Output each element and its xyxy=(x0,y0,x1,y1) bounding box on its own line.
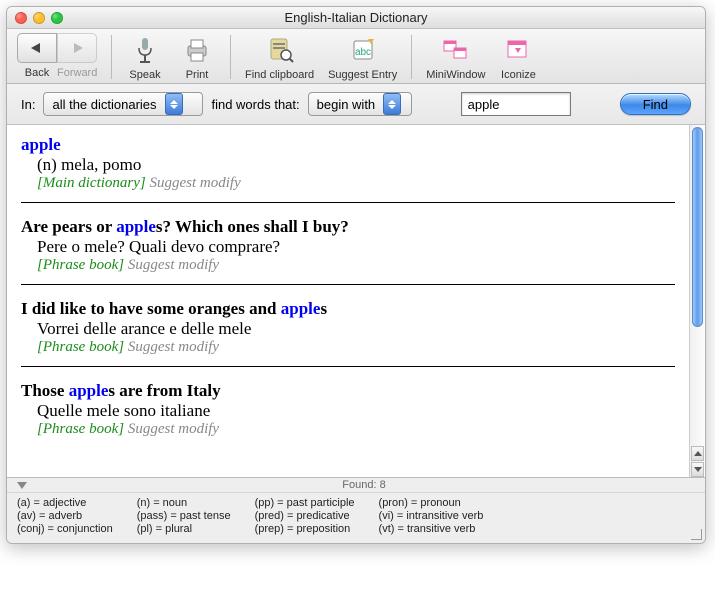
legend-item: (vi) = intransitive verb xyxy=(379,510,484,522)
legend-item: (pass) = past tense xyxy=(137,510,231,522)
app-window: English-Italian Dictionary Back Forward xyxy=(6,6,706,544)
in-label: In: xyxy=(21,97,35,112)
iconize-icon xyxy=(499,33,537,67)
result-entry: apple(n) mela, pomo[Main dictionary] Sug… xyxy=(21,135,675,192)
entry-headword: apple xyxy=(21,135,675,155)
find-button[interactable]: Find xyxy=(620,93,691,115)
legend-item: (pl) = plural xyxy=(137,523,231,535)
legend-column: (pp) = past participle(pred) = predicati… xyxy=(255,497,355,535)
legend: (a) = adjective(av) = adverb(conj) = con… xyxy=(7,493,705,543)
back-button[interactable] xyxy=(17,33,57,63)
suggest-modify-link[interactable]: Suggest modify xyxy=(150,175,241,191)
speak-item[interactable]: Speak xyxy=(126,33,164,81)
window-title: English-Italian Dictionary xyxy=(7,10,705,25)
result-entry: I did like to have some oranges and appl… xyxy=(21,299,675,356)
entry-source: [Main dictionary] xyxy=(37,175,146,191)
legend-item: (pron) = pronoun xyxy=(379,497,484,509)
result-entry: Those apples are from ItalyQuelle mele s… xyxy=(21,381,675,438)
legend-column: (n) = noun(pass) = past tense(pl) = plur… xyxy=(137,497,231,535)
legend-item: (pp) = past participle xyxy=(255,497,355,509)
printer-icon xyxy=(178,33,216,67)
legend-item: (prep) = preposition xyxy=(255,523,355,535)
found-count: Found: 8 xyxy=(33,479,695,491)
forward-label: Forward xyxy=(57,67,97,79)
back-label: Back xyxy=(17,67,57,79)
vertical-scrollbar[interactable] xyxy=(689,125,705,477)
found-row[interactable]: Found: 8 xyxy=(7,478,705,493)
scroll-thumb[interactable] xyxy=(692,127,703,327)
entry-divider xyxy=(21,366,675,367)
entry-source: [Phrase book] xyxy=(37,339,124,355)
legend-item: (conj) = conjunction xyxy=(17,523,113,535)
suggest-modify-link[interactable]: Suggest modify xyxy=(128,421,219,437)
entry-headword: Are pears or apples? Which ones shall I … xyxy=(21,217,675,237)
legend-column: (pron) = pronoun(vi) = intransitive verb… xyxy=(379,497,484,535)
dictionary-select[interactable]: all the dictionaries xyxy=(43,92,203,116)
result-entry: Are pears or apples? Which ones shall I … xyxy=(21,217,675,274)
suggest-entry-icon: abc xyxy=(344,33,382,67)
chevron-updown-icon xyxy=(165,93,183,115)
entry-divider xyxy=(21,284,675,285)
scroll-up-button[interactable] xyxy=(691,446,704,461)
miniwindow-icon xyxy=(437,33,475,67)
titlebar: English-Italian Dictionary xyxy=(7,7,705,29)
entry-meta: [Main dictionary] Suggest modify xyxy=(37,175,675,192)
toolbar-separator xyxy=(111,35,112,79)
miniwindow-item[interactable]: MiniWindow xyxy=(426,33,485,81)
chevron-updown-icon xyxy=(383,93,401,115)
legend-item: (a) = adjective xyxy=(17,497,113,509)
suggest-modify-link[interactable]: Suggest modify xyxy=(128,339,219,355)
search-bar: In: all the dictionaries find words that… xyxy=(7,84,705,125)
toolbar-separator xyxy=(411,35,412,79)
entry-translation: Vorrei delle arance e delle mele xyxy=(37,319,675,339)
legend-item: (pred) = predicative xyxy=(255,510,355,522)
entry-translation: (n) mela, pomo xyxy=(37,155,675,175)
iconize-item[interactable]: Iconize xyxy=(499,33,537,81)
entry-meta: [Phrase book] Suggest modify xyxy=(37,257,675,274)
entry-source: [Phrase book] xyxy=(37,257,124,273)
match-label: find words that: xyxy=(211,97,299,112)
disclosure-triangle-icon[interactable] xyxy=(17,482,27,489)
results-area: apple(n) mela, pomo[Main dictionary] Sug… xyxy=(7,125,705,477)
legend-item: (n) = noun xyxy=(137,497,231,509)
entry-meta: [Phrase book] Suggest modify xyxy=(37,339,675,356)
print-item[interactable]: Print xyxy=(178,33,216,81)
legend-column: (a) = adjective(av) = adverb(conj) = con… xyxy=(17,497,113,535)
clipboard-find-icon xyxy=(261,33,299,67)
entry-headword: I did like to have some oranges and appl… xyxy=(21,299,675,319)
microphone-icon xyxy=(126,33,164,67)
suggest-entry-item[interactable]: abc Suggest Entry xyxy=(328,33,397,81)
resize-handle[interactable] xyxy=(688,526,702,540)
scroll-down-button[interactable] xyxy=(691,462,704,477)
legend-item: (av) = adverb xyxy=(17,510,113,522)
legend-item: (vt) = transitive verb xyxy=(379,523,484,535)
search-input[interactable] xyxy=(461,92,571,116)
suggest-modify-link[interactable]: Suggest modify xyxy=(128,257,219,273)
results-list: apple(n) mela, pomo[Main dictionary] Sug… xyxy=(7,125,689,477)
forward-button[interactable] xyxy=(57,33,97,63)
toolbar: Back Forward Speak Print Find clipboard xyxy=(7,29,705,84)
entry-headword: Those apples are from Italy xyxy=(21,381,675,401)
nav-group: Back Forward xyxy=(17,33,97,79)
entry-translation: Pere o mele? Quali devo comprare? xyxy=(37,237,675,257)
toolbar-separator xyxy=(230,35,231,79)
find-clipboard-item[interactable]: Find clipboard xyxy=(245,33,314,81)
svg-text:abc: abc xyxy=(355,47,371,58)
entry-divider xyxy=(21,202,675,203)
match-select[interactable]: begin with xyxy=(308,92,412,116)
footer: Found: 8 (a) = adjective(av) = adverb(co… xyxy=(7,477,705,543)
entry-translation: Quelle mele sono italiane xyxy=(37,401,675,421)
entry-meta: [Phrase book] Suggest modify xyxy=(37,421,675,438)
entry-source: [Phrase book] xyxy=(37,421,124,437)
